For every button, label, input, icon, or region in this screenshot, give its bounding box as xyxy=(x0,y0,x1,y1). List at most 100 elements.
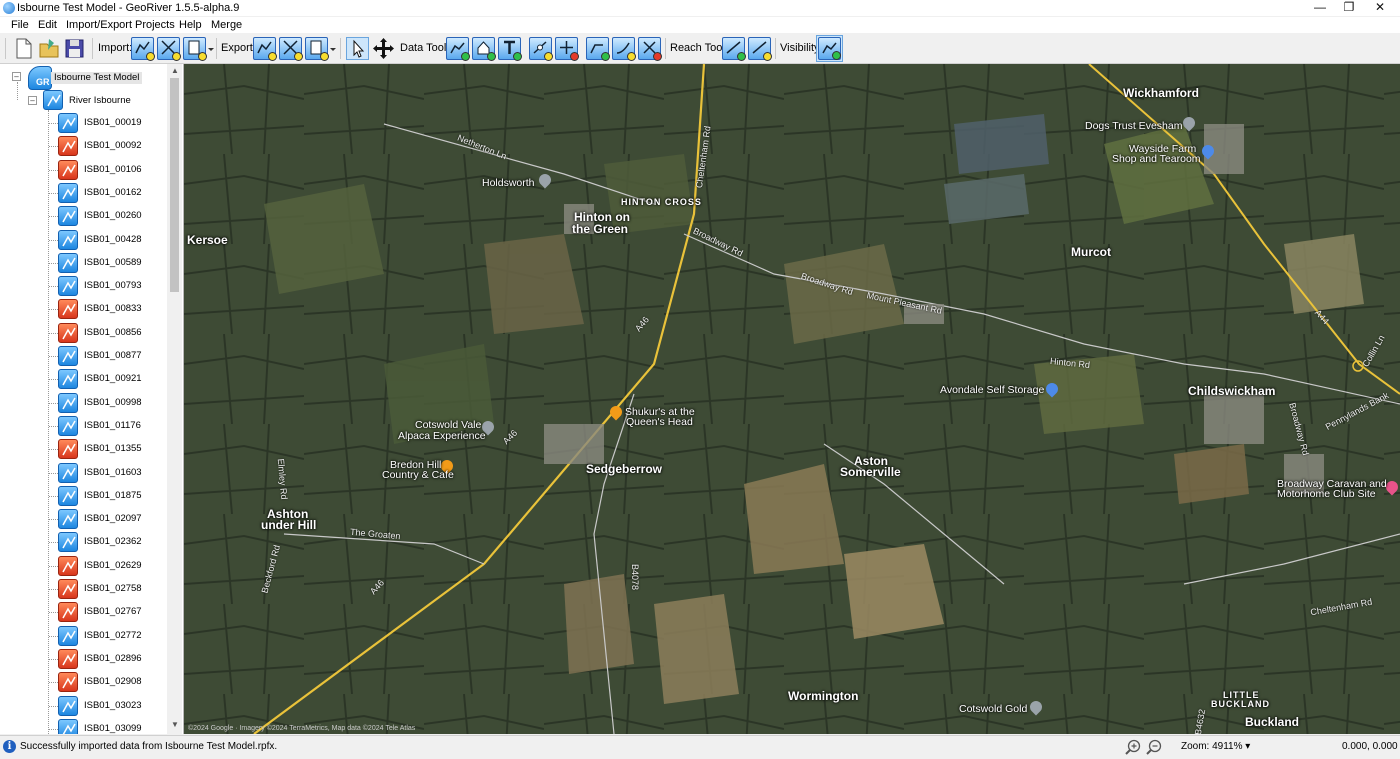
tree-node-label[interactable]: ISB01_00092 xyxy=(84,140,142,152)
tree-connector xyxy=(49,495,58,497)
menu-import-export[interactable]: Import/Export xyxy=(66,18,132,32)
menu-projects[interactable]: Projects xyxy=(135,18,175,32)
tree-connector xyxy=(49,635,58,637)
import-reach-button[interactable] xyxy=(157,37,181,61)
tree-root-label[interactable]: Isbourne Test Model xyxy=(51,72,143,84)
tree-connector xyxy=(49,542,58,544)
tree-node-label[interactable]: ISB01_00877 xyxy=(84,350,142,362)
tree-node-label[interactable]: ISB01_00106 xyxy=(84,164,142,176)
cross-section-warning-icon xyxy=(58,299,78,320)
tree-node-label[interactable]: ISB01_03099 xyxy=(84,723,142,734)
menu-file[interactable]: File xyxy=(11,18,29,32)
add-reach-button[interactable] xyxy=(722,37,746,61)
close-button[interactable]: ✕ xyxy=(1364,0,1396,16)
export-dropdown-arrow[interactable] xyxy=(330,48,336,51)
tree-node-label[interactable]: ISB01_00921 xyxy=(84,373,142,385)
tree-connector xyxy=(49,379,58,381)
menu-help[interactable]: Help xyxy=(179,18,202,32)
georiver-project-icon: GR xyxy=(28,66,52,90)
extend-reach-button[interactable] xyxy=(612,37,636,61)
pan-tool-button[interactable] xyxy=(372,37,395,60)
cross-section-icon xyxy=(58,346,78,366)
tree-connector xyxy=(49,262,58,264)
cross-section-warning-icon xyxy=(58,579,78,599)
open-file-button[interactable] xyxy=(38,37,61,60)
export-cross-sections-button[interactable] xyxy=(253,37,277,61)
tree-node-label[interactable]: ISB01_02629 xyxy=(84,560,142,572)
place-label-dogs-trust: Dogs Trust Evesham xyxy=(1085,120,1183,132)
tree-node-label[interactable]: ISB01_02097 xyxy=(84,513,142,525)
delete-point-button[interactable] xyxy=(555,37,579,61)
status-message: Successfully imported data from Isbourne… xyxy=(20,741,278,752)
export-reach-button[interactable] xyxy=(279,37,303,61)
export-file-button[interactable] xyxy=(305,37,329,61)
tree-node-label[interactable]: ISB01_00428 xyxy=(84,234,142,246)
add-structure-button[interactable] xyxy=(472,37,496,61)
tree-node-label[interactable]: ISB01_00793 xyxy=(84,280,142,292)
menu-edit[interactable]: Edit xyxy=(38,18,57,32)
zoom-out-button[interactable] xyxy=(1146,739,1162,755)
add-text-button[interactable] xyxy=(498,37,522,61)
edit-point-button[interactable] xyxy=(529,37,553,61)
split-reach-button[interactable] xyxy=(586,37,610,61)
cross-section-warning-icon xyxy=(58,136,78,157)
map-attribution: ©2024 Google · Imagery ©2024 TerraMetric… xyxy=(188,725,416,732)
cross-section-warning-icon xyxy=(58,322,78,343)
remove-reach-button[interactable] xyxy=(638,37,662,61)
tree-node-label[interactable]: ISB01_00856 xyxy=(84,327,142,339)
tree-node-label[interactable]: ISB01_02908 xyxy=(84,676,142,688)
cross-section-icon xyxy=(58,532,78,553)
toolbar: Import: Export: Data Tools: Reach Tools:… xyxy=(0,34,1400,64)
tree-node-label[interactable]: ISB01_02758 xyxy=(84,583,142,595)
tree-collapse-river[interactable]: – xyxy=(28,96,37,105)
tree-collapse-root[interactable]: – xyxy=(12,72,21,81)
app-icon xyxy=(3,2,15,14)
map-view[interactable]: Wickhamford Dogs Trust Evesham Wayside F… xyxy=(184,64,1400,734)
select-tool-button[interactable] xyxy=(346,37,369,60)
restore-button[interactable]: ❐ xyxy=(1333,0,1365,16)
visibility-toggle-button[interactable] xyxy=(816,35,843,62)
menu-bar: File Edit Import/Export Projects Help Me… xyxy=(0,17,1400,33)
cross-section-warning-icon xyxy=(58,159,78,180)
tree-node-label[interactable]: ISB01_02767 xyxy=(84,606,142,618)
tree-scrollbar[interactable]: ▲ ▼ xyxy=(167,64,182,734)
tree-node-label[interactable]: ISB01_01355 xyxy=(84,443,142,455)
menu-merge[interactable]: Merge xyxy=(211,18,242,32)
import-cross-sections-button[interactable] xyxy=(131,37,155,61)
tree-node-label[interactable]: ISB01_01875 xyxy=(84,490,142,502)
place-label-shukur-2: Queen's Head xyxy=(626,416,693,428)
tree-node-label[interactable]: ISB01_02772 xyxy=(84,630,142,642)
cross-section-icon xyxy=(58,276,78,297)
add-cross-section-button[interactable] xyxy=(446,37,470,61)
scroll-up-arrow[interactable]: ▲ xyxy=(171,66,179,75)
import-dropdown-arrow[interactable] xyxy=(208,48,214,51)
tree-node-label[interactable]: ISB01_01176 xyxy=(84,420,141,432)
cross-section-icon xyxy=(58,485,78,506)
tree-node-label[interactable]: ISB01_00260 xyxy=(84,210,142,222)
import-file-button[interactable] xyxy=(183,37,207,61)
tree-node-label[interactable]: ISB01_00019 xyxy=(84,117,142,129)
delete-reach-button[interactable] xyxy=(748,37,772,61)
cross-section-warning-icon xyxy=(58,672,78,693)
tree-node-label[interactable]: ISB01_01603 xyxy=(84,467,142,479)
tree-node-label[interactable]: ISB01_02896 xyxy=(84,653,142,665)
place-label-avondale: Avondale Self Storage xyxy=(940,384,1045,396)
tree-node-label[interactable]: ISB01_00833 xyxy=(84,303,142,315)
minimize-button[interactable]: — xyxy=(1304,0,1336,16)
new-file-button[interactable] xyxy=(12,37,35,60)
tree-node-label[interactable]: ISB01_00589 xyxy=(84,257,142,269)
scroll-thumb[interactable] xyxy=(170,78,179,292)
cross-section-icon xyxy=(58,206,78,227)
tree-node-label[interactable]: ISB01_00162 xyxy=(84,187,142,199)
tree-node-label[interactable]: ISB01_03023 xyxy=(84,700,142,712)
tree-connector xyxy=(49,356,58,357)
tree-river-label[interactable]: River Isbourne xyxy=(69,95,131,107)
tree-connector xyxy=(49,146,58,148)
scroll-down-arrow[interactable]: ▼ xyxy=(171,720,179,729)
cross-section-icon xyxy=(58,113,78,133)
zoom-in-button[interactable] xyxy=(1125,739,1141,755)
tree-node-label[interactable]: ISB01_00998 xyxy=(84,397,142,409)
zoom-dropdown[interactable]: Zoom: 4911% ▾ xyxy=(1181,741,1250,752)
save-button[interactable] xyxy=(63,37,86,60)
tree-node-label[interactable]: ISB01_02362 xyxy=(84,536,142,548)
